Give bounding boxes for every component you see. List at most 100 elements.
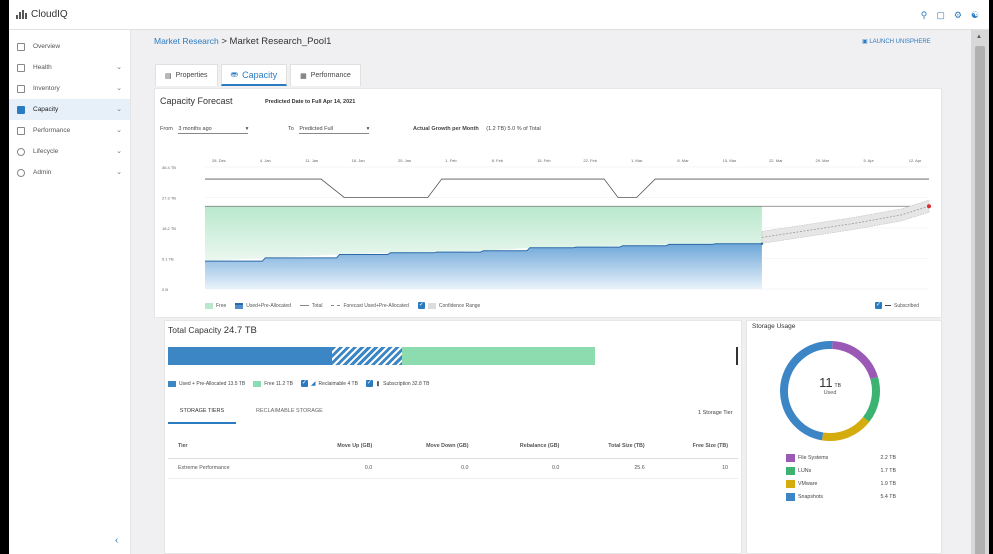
legend-swatch (786, 479, 795, 488)
health-icon (17, 63, 25, 72)
legend-label: Used + Pre-Allocated 13.5 TB (179, 380, 246, 387)
legend-total[interactable]: Total (299, 303, 322, 309)
growth-label: Actual Growth per Month (413, 126, 479, 132)
legend-subscription[interactable]: ✓ ❚ Subscription 32.8 TB (365, 380, 429, 387)
table-header-row: Tier Move Up (GB) Move Down (GB) Rebalan… (168, 434, 738, 459)
gear-icon (17, 168, 25, 177)
storage-usage-legend: File Systems 2.2 TB LUNs 1.7 TB VMware 1.9 … (786, 451, 896, 503)
sidebar-item-label: Inventory (33, 85, 60, 92)
legend-label: Confidence Range (438, 302, 481, 309)
legend-value: 5.4 TB (880, 493, 896, 500)
checkbox-checked-icon[interactable]: ✓ (417, 302, 425, 309)
to-select[interactable]: Predicted Full ▾ (299, 126, 370, 134)
total-capacity-title: Total Capacity 24.7 TB (168, 325, 257, 336)
donut-center: 11 TB Used (810, 375, 850, 396)
legend-label: File Systems (798, 454, 829, 461)
tab-storage-tiers[interactable]: STORAGE TIERS (168, 408, 236, 424)
chevron-down-icon: ⌄ (116, 148, 122, 155)
properties-icon: ▤ (165, 72, 172, 80)
app-brand[interactable]: CloudIQ (16, 9, 68, 20)
legend-swatch (253, 380, 262, 387)
legend-label: LUNs (798, 467, 812, 474)
checkbox-checked-icon[interactable]: ✓ (300, 380, 308, 387)
sidebar-item-performance[interactable]: Performance ⌄ (9, 120, 130, 141)
sidebar-item-label: Overview (33, 43, 61, 50)
tab-label: Capacity (242, 69, 278, 80)
chevron-down-icon: ⌄ (116, 106, 122, 113)
donut-slice (862, 376, 880, 422)
used-value: 11 (819, 375, 833, 390)
tab-capacity[interactable]: ⛂ Capacity (220, 64, 288, 86)
from-control: From 3 months ago ▾ (160, 126, 249, 134)
checkbox-checked-icon[interactable]: ✓ (365, 380, 373, 387)
legend-used-preallocated: Used + Pre-Allocated 13.5 TB (168, 380, 246, 387)
to-select-value: Predicted Full (299, 126, 333, 132)
column-header[interactable]: Total Size (TB) (569, 434, 655, 459)
to-label: To (288, 126, 294, 132)
legend-used[interactable]: Used+Pre-Allocated (235, 302, 291, 309)
legend-row-vmware: VMware 1.9 TB (786, 477, 896, 490)
sidebar: Overview Health ⌄ Inventory ⌄ Capacity ⌄… (9, 30, 131, 554)
page-scrollbar[interactable]: ▲ (971, 30, 989, 554)
tab-reclaimable-storage[interactable]: RECLAIMABLE STORAGE (256, 408, 323, 424)
column-header[interactable]: Rebalance (GB) (478, 434, 570, 459)
top-icons: ⚲ ▢ ⚙ ☯ (921, 10, 979, 21)
sidebar-item-capacity[interactable]: Capacity ⌄ (9, 99, 130, 120)
chevron-down-icon: ⌄ (116, 64, 122, 71)
launch-unisphere-link[interactable]: ▣ LAUNCH UNISPHERE (862, 38, 931, 45)
tab-label: Properties (175, 72, 208, 79)
storage-tiers-table: Tier Move Up (GB) Move Down (GB) Rebalan… (168, 434, 738, 479)
table-cell: Extreme Performance (168, 458, 300, 479)
lifecycle-icon (17, 147, 25, 156)
chevron-down-icon: ⌄ (116, 85, 122, 92)
table-row[interactable]: Extreme Performance 0.0 0.0 0.0 25.6 10 (168, 458, 738, 479)
sidebar-item-label: Capacity (33, 106, 59, 113)
breadcrumb-link[interactable]: Market Research (154, 36, 219, 46)
inventory-icon (17, 84, 25, 93)
capacity-segment-free (402, 347, 596, 365)
capacity-bar[interactable] (168, 347, 738, 365)
legend-row-file-systems: File Systems 2.2 TB (786, 451, 896, 464)
checkbox-checked-icon[interactable]: ✓ (875, 302, 882, 309)
tab-performance[interactable]: ▦ Performance (290, 64, 361, 86)
collapse-sidebar-icon[interactable]: ‹ (115, 535, 118, 546)
legend-label: Reclaimable 4 TB (318, 380, 358, 387)
legend-row-snapshots: Snapshots 5.4 TB (786, 490, 896, 503)
sidebar-item-health[interactable]: Health ⌄ (9, 57, 130, 78)
legend-value: 1.7 TB (880, 467, 896, 474)
scrollbar-thumb[interactable] (975, 46, 985, 554)
scroll-up-icon[interactable]: ▲ (976, 34, 982, 40)
chat-icon[interactable]: ▢ (936, 10, 945, 21)
subscribed-legend[interactable]: ✓ Subscribed (875, 302, 919, 309)
sidebar-item-overview[interactable]: Overview (9, 36, 130, 57)
column-header[interactable]: Tier (168, 434, 300, 459)
table-cell: 0.0 (478, 458, 570, 479)
legend-swatch (427, 302, 436, 309)
legend-reclaimable[interactable]: ✓ ◢ Reclaimable 4 TB (300, 380, 358, 387)
settings-icon[interactable]: ⚙ (954, 10, 962, 21)
legend-free[interactable]: Free (205, 302, 227, 309)
from-select[interactable]: 3 months ago ▾ (178, 126, 249, 134)
sidebar-item-lifecycle[interactable]: Lifecycle ⌄ (9, 141, 130, 162)
legend-label: Free (216, 302, 227, 309)
legend-forecast[interactable]: Forecast Used+Pre-Allocated (331, 303, 409, 309)
search-icon[interactable]: ⚲ (921, 10, 928, 21)
legend-swatch (299, 305, 309, 306)
sidebar-item-admin[interactable]: Admin ⌄ (9, 162, 130, 183)
capacity-legend: Used + Pre-Allocated 13.5 TB Free 11.2 T… (168, 380, 429, 387)
legend-swatch (786, 492, 795, 501)
column-header[interactable]: Free Size (TB) (654, 434, 738, 459)
legend-swatch (235, 302, 244, 309)
tab-properties[interactable]: ▤ Properties (155, 64, 218, 86)
legend-swatch (168, 380, 176, 387)
top-bar: CloudIQ ⚲ ▢ ⚙ ☯ (9, 0, 989, 30)
column-header[interactable]: Move Up (GB) (299, 434, 383, 459)
total-capacity-value: 24.7 TB (223, 325, 257, 336)
column-header[interactable]: Move Down (GB) (382, 434, 479, 459)
legend-label: Used+Pre-Allocated (246, 302, 291, 309)
total-capacity-label: Total Capacity (168, 325, 222, 335)
user-icon[interactable]: ☯ (971, 10, 979, 21)
sidebar-item-inventory[interactable]: Inventory ⌄ (9, 78, 130, 99)
legend-confidence[interactable]: ✓ Confidence Range (417, 302, 481, 309)
storage-subtabs: STORAGE TIERS RECLAIMABLE STORAGE (168, 408, 323, 424)
